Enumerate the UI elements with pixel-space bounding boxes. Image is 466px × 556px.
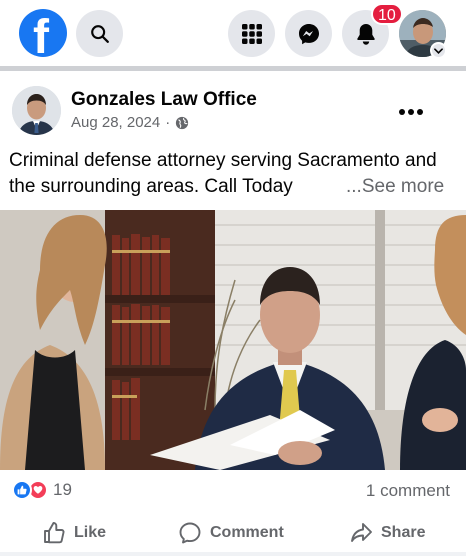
section-divider bbox=[0, 66, 466, 71]
facebook-logo-letter: f bbox=[33, 11, 49, 58]
page-avatar-photo bbox=[12, 86, 61, 135]
comment-button[interactable]: Comment bbox=[178, 519, 284, 547]
see-more-link[interactable]: ...See more bbox=[342, 174, 445, 200]
comment-label: Comment bbox=[210, 524, 284, 541]
comment-count-link[interactable]: 1 comment bbox=[366, 481, 450, 501]
comment-icon bbox=[179, 522, 201, 544]
page-avatar[interactable] bbox=[12, 86, 61, 135]
globe-icon bbox=[176, 116, 189, 129]
meta-separator: · bbox=[165, 114, 171, 131]
like-button[interactable]: Like bbox=[42, 519, 106, 547]
post-date[interactable]: Aug 28, 2024 bbox=[71, 114, 160, 131]
post-photo[interactable] bbox=[0, 210, 466, 470]
thumbs-up-icon bbox=[17, 485, 27, 495]
grid-menu-icon bbox=[241, 23, 262, 44]
share-label: Share bbox=[381, 524, 426, 541]
share-button[interactable]: Share bbox=[349, 519, 425, 547]
page-name[interactable]: Gonzales Law Office bbox=[71, 89, 257, 111]
more-dot bbox=[417, 109, 423, 115]
reaction-summary[interactable]: 19 bbox=[12, 480, 72, 500]
search-button[interactable] bbox=[76, 10, 123, 57]
share-icon bbox=[351, 523, 372, 542]
more-dot bbox=[399, 109, 405, 115]
menu-button[interactable] bbox=[228, 10, 275, 57]
like-label: Like bbox=[74, 524, 107, 541]
more-dot bbox=[408, 109, 414, 115]
chevron-down-icon bbox=[434, 47, 443, 54]
messenger-button[interactable] bbox=[285, 10, 332, 57]
heart-icon bbox=[33, 485, 43, 494]
bell-icon bbox=[356, 23, 375, 45]
post-meta: Aug 28, 2024 · bbox=[71, 114, 189, 131]
notification-badge: 10 bbox=[371, 3, 403, 25]
like-reaction-icon bbox=[12, 480, 32, 500]
post-options-button[interactable] bbox=[395, 100, 427, 124]
search-icon bbox=[90, 24, 109, 43]
thumbs-up-icon bbox=[44, 522, 65, 544]
post-photo-image bbox=[0, 210, 466, 470]
profile-menu-chevron[interactable] bbox=[430, 42, 447, 59]
facebook-logo[interactable]: f bbox=[19, 9, 67, 57]
bottom-divider bbox=[0, 552, 466, 556]
reaction-count: 19 bbox=[53, 480, 72, 499]
top-bar: f 10 bbox=[0, 0, 466, 66]
messenger-icon bbox=[298, 23, 319, 44]
